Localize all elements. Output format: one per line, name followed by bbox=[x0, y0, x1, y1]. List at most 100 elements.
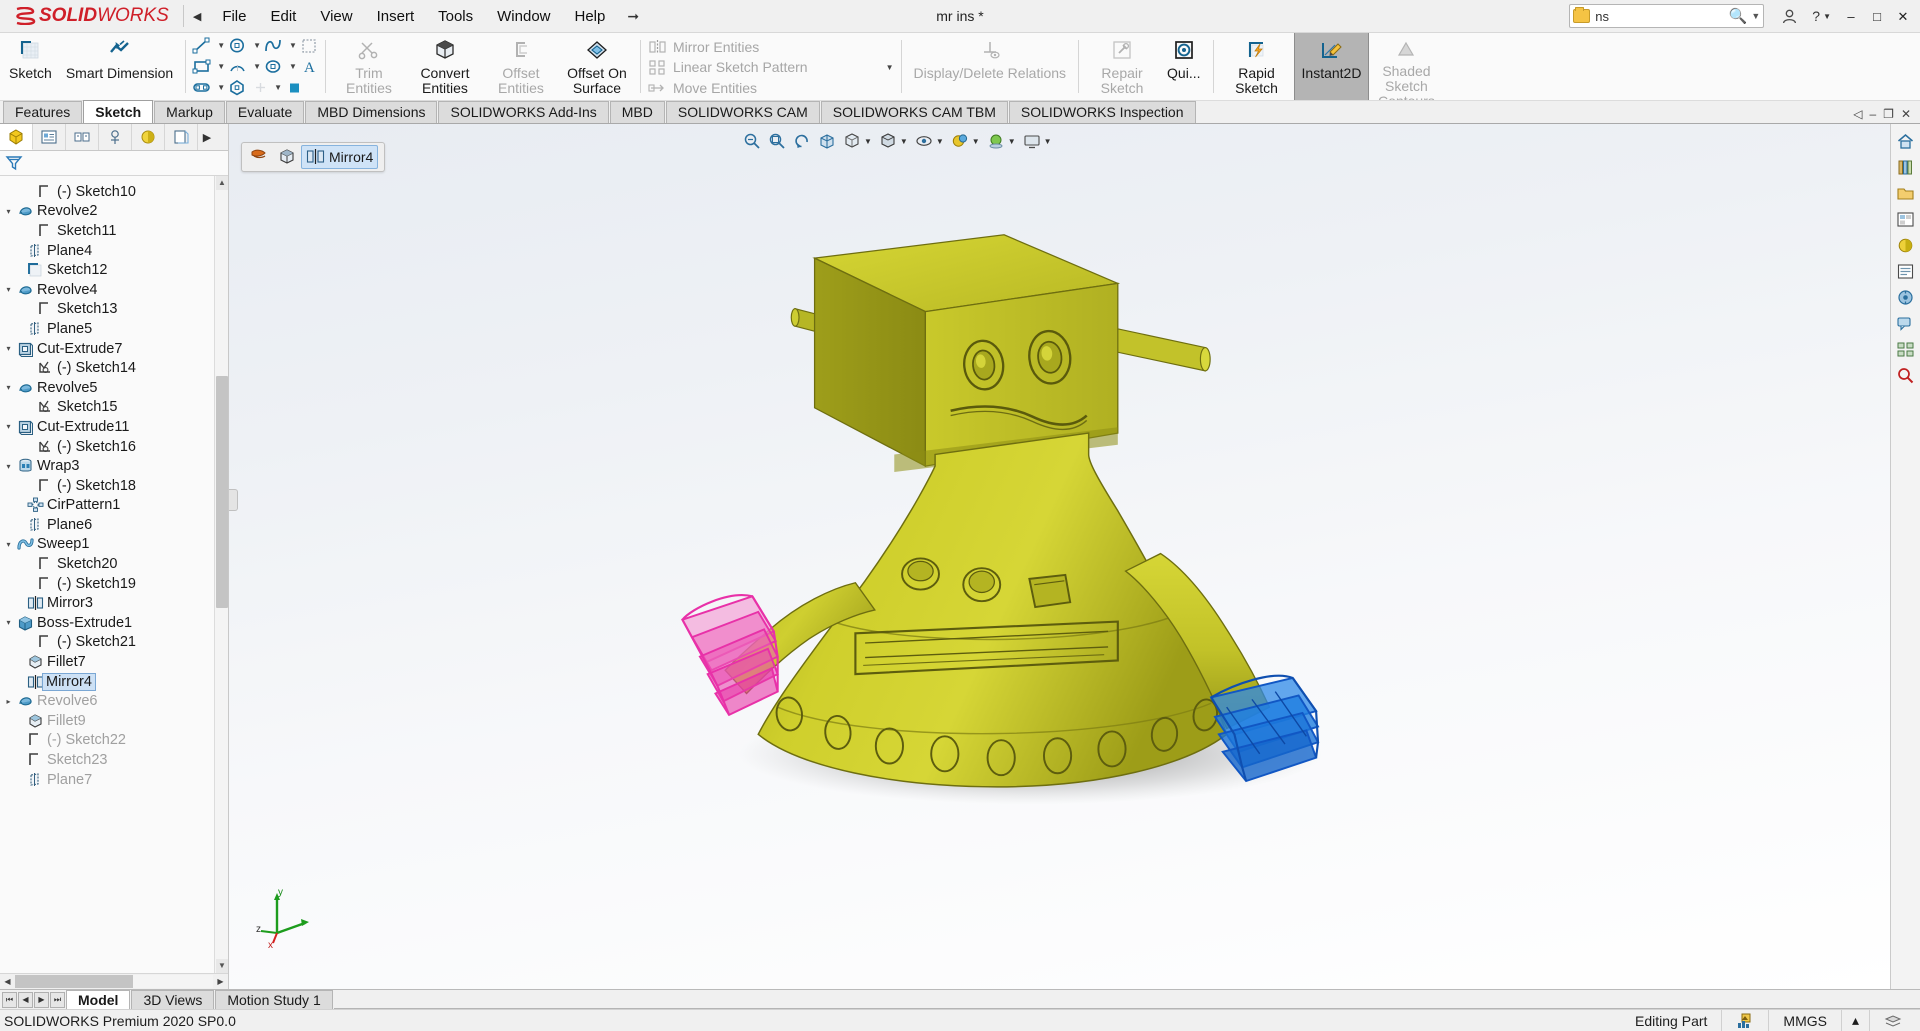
point-tool[interactable] bbox=[250, 78, 271, 98]
tree-node[interactable]: Sketch13 bbox=[0, 300, 228, 320]
point-tool-caret[interactable]: ▼ bbox=[274, 83, 282, 92]
convert-entities-button[interactable]: Convert Entities bbox=[407, 33, 483, 100]
centerline-tool[interactable] bbox=[282, 78, 307, 98]
line-tool[interactable] bbox=[189, 36, 214, 56]
maximize-button[interactable]: □ bbox=[1864, 0, 1890, 33]
menu-file[interactable]: File bbox=[210, 5, 258, 28]
tree-node[interactable]: ▾ Cut-Extrude11 bbox=[0, 417, 228, 437]
close-button[interactable]: ✕ bbox=[1890, 0, 1916, 33]
tree-expand-toggle[interactable]: ▾ bbox=[2, 462, 15, 471]
appearances-scenes-icon[interactable] bbox=[1894, 233, 1918, 257]
text-tool[interactable]: A bbox=[297, 57, 322, 77]
tree-node[interactable]: Sketch23 bbox=[0, 750, 228, 770]
tree-node[interactable]: Sketch15 bbox=[0, 398, 228, 418]
tree-node[interactable]: ▾ Wrap3 bbox=[0, 456, 228, 476]
breadcrumb-filter-icon[interactable] bbox=[245, 145, 273, 169]
layers-icon[interactable] bbox=[1869, 1009, 1916, 1031]
tree-node[interactable]: Sketch11 bbox=[0, 221, 228, 241]
tree-expand-toggle[interactable]: ▾ bbox=[2, 207, 15, 216]
design-library-icon[interactable] bbox=[1894, 155, 1918, 179]
trim-entities-button[interactable]: Trim Entities bbox=[331, 33, 407, 100]
mirror-entities-button[interactable]: Mirror Entities bbox=[644, 37, 898, 57]
tree-node[interactable]: (-) Sketch18 bbox=[0, 476, 228, 496]
forum-icon[interactable] bbox=[1894, 311, 1918, 335]
search-model-icon[interactable] bbox=[1894, 363, 1918, 387]
cam-trees-icon[interactable] bbox=[1894, 337, 1918, 361]
slot-tool-caret[interactable]: ▼ bbox=[217, 83, 225, 92]
zoom-to-fit-icon[interactable] bbox=[741, 130, 763, 152]
breadcrumb-body-icon[interactable] bbox=[273, 145, 301, 169]
tree-node[interactable]: (-) Sketch10 bbox=[0, 182, 228, 202]
view-settings-caret[interactable]: ▼ bbox=[1044, 137, 1052, 146]
menu-insert[interactable]: Insert bbox=[365, 5, 427, 28]
tree-node[interactable]: (-) Sketch19 bbox=[0, 574, 228, 594]
overdefined-icon[interactable] bbox=[1721, 1009, 1768, 1031]
rapid-sketch-button[interactable]: Rapid Sketch bbox=[1219, 33, 1295, 100]
edit-appearance-icon[interactable] bbox=[949, 130, 971, 152]
scroll-down-arrow[interactable]: ▼ bbox=[216, 959, 228, 973]
nav-previous-button[interactable]: ◀ bbox=[18, 991, 33, 1008]
menu-window[interactable]: Window bbox=[485, 5, 562, 28]
section-view-icon[interactable] bbox=[816, 130, 838, 152]
tree-node[interactable]: ▾ Boss-Extrude1 bbox=[0, 613, 228, 633]
linear-sketch-pattern-caret[interactable]: ▼ bbox=[886, 63, 894, 72]
tree-node[interactable]: (-) Sketch22 bbox=[0, 731, 228, 751]
menu-view[interactable]: View bbox=[308, 5, 364, 28]
menu-help[interactable]: Help bbox=[563, 5, 618, 28]
display-delete-relations-button[interactable]: Display/Delete Relations bbox=[907, 33, 1074, 100]
tree-expand-toggle[interactable]: ▸ bbox=[2, 697, 15, 706]
ribbon-pin-icon[interactable]: ◁ bbox=[1853, 107, 1862, 121]
offset-entities-button[interactable]: Offset Entities bbox=[483, 33, 559, 100]
tree-node[interactable]: CirPattern1 bbox=[0, 496, 228, 516]
doc-restore-button[interactable]: ❐ bbox=[1883, 107, 1894, 121]
tab-solidworks-inspection[interactable]: SOLIDWORKS Inspection bbox=[1008, 101, 1196, 123]
pink-sketch-geometry[interactable] bbox=[680, 594, 779, 717]
appearances-manager-tab[interactable] bbox=[132, 124, 165, 150]
nav-next-button[interactable]: ▶ bbox=[34, 991, 49, 1008]
tree-node[interactable]: (-) Sketch21 bbox=[0, 633, 228, 653]
panel-resize-handle[interactable] bbox=[229, 489, 238, 511]
polygon-tool[interactable] bbox=[225, 78, 250, 98]
feature-tree-filter-bar[interactable] bbox=[0, 151, 228, 176]
bottom-tab-model[interactable]: Model bbox=[66, 990, 131, 1009]
arc-tool-caret[interactable]: ▼ bbox=[253, 62, 261, 71]
sketch-fillet-tool[interactable] bbox=[297, 36, 322, 56]
tree-node[interactable]: (-) Sketch14 bbox=[0, 358, 228, 378]
tab-solidworks-cam[interactable]: SOLIDWORKS CAM bbox=[665, 101, 820, 123]
feature-tree-vertical-scrollbar[interactable]: ▲ ▼ bbox=[214, 176, 228, 973]
hide-show-items-icon[interactable] bbox=[913, 130, 935, 152]
display-style-caret[interactable]: ▼ bbox=[900, 137, 908, 146]
previous-view-icon[interactable] bbox=[791, 130, 813, 152]
sketch-button[interactable]: Sketch bbox=[2, 33, 59, 100]
apply-scene-caret[interactable]: ▼ bbox=[1008, 137, 1016, 146]
tree-node[interactable]: ▸ Revolve6 bbox=[0, 691, 228, 711]
minimize-button[interactable]: – bbox=[1838, 0, 1864, 33]
tree-expand-toggle[interactable]: ▾ bbox=[2, 618, 15, 627]
horizontal-scroll-thumb[interactable] bbox=[15, 975, 133, 988]
dimxpert-manager-tab[interactable] bbox=[99, 124, 132, 150]
tree-node[interactable]: Mirror3 bbox=[0, 593, 228, 613]
property-manager-tab[interactable] bbox=[33, 124, 66, 150]
zoom-to-area-icon[interactable] bbox=[766, 130, 788, 152]
search-dropdown-caret[interactable]: ▼ bbox=[1751, 11, 1760, 21]
status-units-label[interactable]: MMGS bbox=[1768, 1009, 1841, 1031]
circle-tool[interactable] bbox=[225, 36, 250, 56]
tree-node[interactable]: Fillet7 bbox=[0, 652, 228, 672]
menu-edit[interactable]: Edit bbox=[258, 5, 308, 28]
tree-expand-toggle[interactable]: ▾ bbox=[2, 344, 15, 353]
tree-node[interactable]: Sketch20 bbox=[0, 554, 228, 574]
pdm-vault-icon[interactable] bbox=[1894, 285, 1918, 309]
tree-node[interactable]: Plane7 bbox=[0, 770, 228, 790]
nav-first-button[interactable]: ⏮ bbox=[2, 991, 17, 1008]
view-settings-icon[interactable] bbox=[1021, 130, 1043, 152]
view-orientation-icon[interactable] bbox=[841, 130, 863, 152]
pin-menu-icon[interactable]: ➞ bbox=[617, 8, 649, 25]
display-style-icon[interactable] bbox=[877, 130, 899, 152]
nav-last-button[interactable]: ⏭ bbox=[50, 991, 65, 1008]
spline-tool[interactable] bbox=[261, 36, 286, 56]
tree-expand-toggle[interactable]: ▾ bbox=[2, 285, 15, 294]
menu-collapse-arrow[interactable]: ◀ bbox=[184, 10, 210, 23]
tree-expand-toggle[interactable]: ▾ bbox=[2, 540, 15, 549]
tree-node[interactable]: Plane5 bbox=[0, 319, 228, 339]
tab-sketch[interactable]: Sketch bbox=[83, 100, 154, 123]
